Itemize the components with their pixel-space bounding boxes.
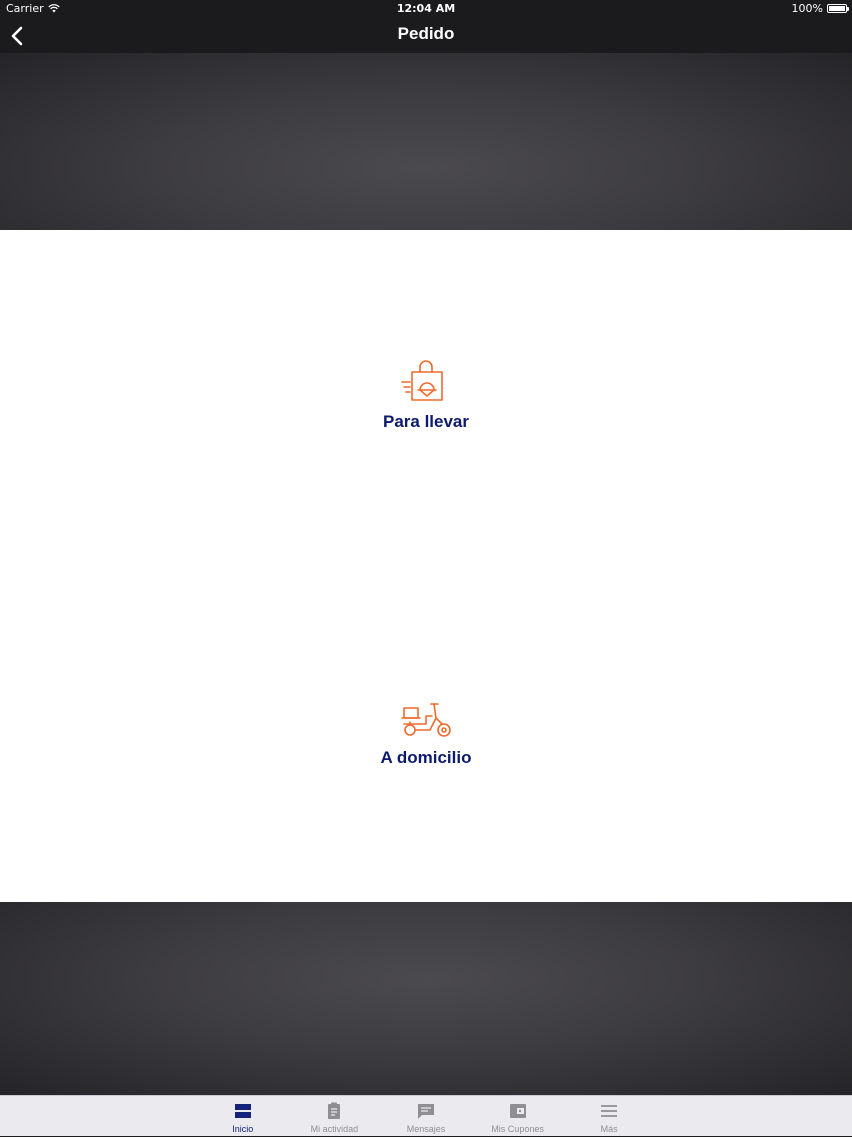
status-bar: Carrier 12:04 AM 100% (0, 0, 852, 18)
battery-percent: 100% (791, 2, 823, 15)
tab-mas[interactable]: Más (563, 1096, 655, 1137)
delivery-scooter-icon (401, 703, 451, 737)
tab-mi-actividad[interactable]: Mi actividad (289, 1096, 381, 1137)
message-icon (417, 1104, 434, 1119)
takeaway-label: Para llevar (382, 412, 469, 431)
home-icon (234, 1104, 251, 1118)
status-time: 12:04 AM (396, 2, 456, 15)
battery-icon (827, 4, 849, 13)
tab-mas-label: Más (600, 1124, 618, 1134)
page-title: Pedido (397, 24, 455, 43)
tab-mis-cupones[interactable]: Mis Cupones (472, 1096, 564, 1137)
navigation-bar: Pedido (0, 18, 852, 53)
header-banner (0, 53, 852, 230)
footer-banner (0, 902, 852, 1095)
battery-info: 100% (791, 2, 849, 15)
clipboard-icon (328, 1102, 341, 1119)
tab-mensajes-label: Mensajes (406, 1124, 446, 1134)
wallet-icon (509, 1104, 526, 1118)
delivery-option[interactable]: A domicilio (0, 696, 852, 768)
delivery-label: A domicilio (380, 748, 472, 767)
takeaway-option[interactable]: Para llevar (0, 360, 852, 432)
tab-mi-actividad-label: Mi actividad (310, 1124, 359, 1134)
tab-mis-cupones-label: Mis Cupones (491, 1124, 544, 1134)
tab-mensajes[interactable]: Mensajes (380, 1096, 472, 1137)
tab-bar: Inicio Mi actividad Mensajes Mis Cupones… (0, 1095, 852, 1136)
tab-inicio-label: Inicio (232, 1124, 254, 1134)
order-type-panel: Para llevar A domicilio (0, 230, 852, 902)
takeaway-bag-icon (401, 360, 443, 401)
tab-inicio[interactable]: Inicio (197, 1096, 289, 1137)
menu-icon (601, 1105, 618, 1117)
